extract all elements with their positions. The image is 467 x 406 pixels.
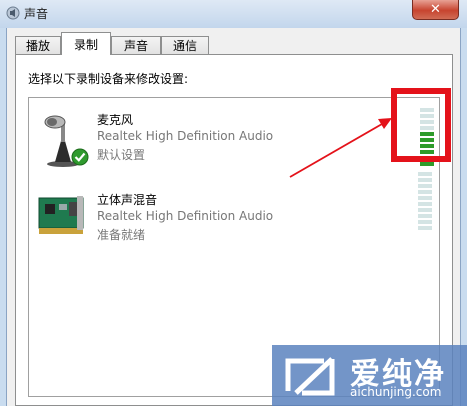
tab-recording[interactable]: 录制 <box>61 32 111 55</box>
watermark-url: aichunjing.com <box>350 385 442 399</box>
watermark: 爱纯净 aichunjing.com <box>272 345 467 406</box>
watermark-logo <box>285 357 335 396</box>
